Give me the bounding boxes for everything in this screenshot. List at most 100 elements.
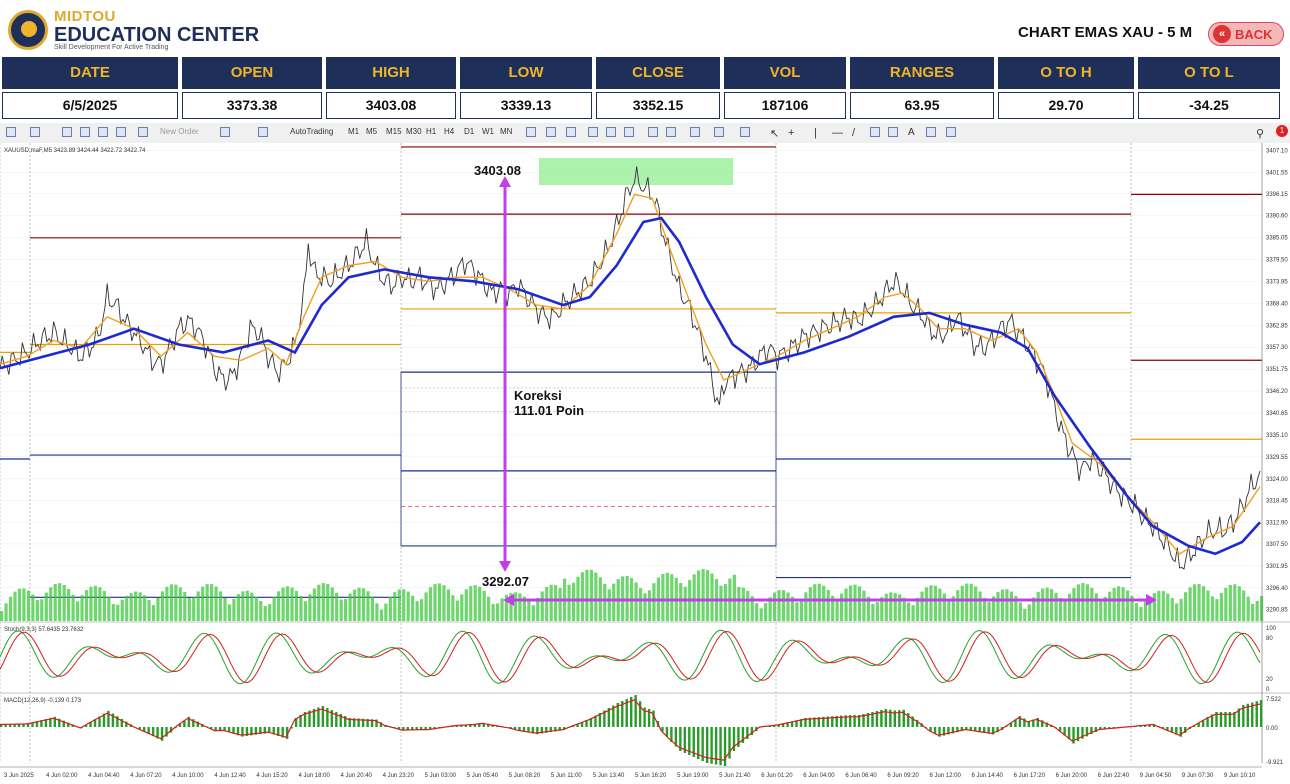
volume-bar: [393, 592, 397, 621]
periods-icon[interactable]: [714, 127, 724, 137]
terminal-icon[interactable]: [116, 127, 126, 137]
volume-bar: [826, 589, 830, 621]
tf-d1[interactable]: D1: [464, 127, 474, 136]
volume-bar: [942, 593, 946, 621]
volume-bar: [1184, 592, 1188, 621]
autotrading-button[interactable]: AutoTrading: [290, 127, 333, 136]
instrument-label: XAUUSD.maF,M5 3423.89 3424.44 3422.72 34…: [4, 148, 146, 154]
back-button[interactable]: « BACK: [1208, 22, 1284, 46]
volume-bar: [1018, 602, 1022, 621]
tf-m5[interactable]: M5: [366, 127, 377, 136]
fibonacci-icon[interactable]: [888, 127, 898, 137]
volume-bar: [1094, 593, 1098, 621]
volume-bar: [1081, 583, 1085, 621]
new-chart-icon[interactable]: [6, 127, 16, 137]
stat-label: OPEN: [182, 57, 322, 89]
y-tick-label: 3312.90: [1266, 521, 1288, 527]
volume-bar: [375, 603, 379, 621]
stoch-tick-20: 20: [1266, 677, 1273, 683]
y-tick-label: 3335.10: [1266, 433, 1288, 439]
navigator-icon[interactable]: [98, 127, 108, 137]
candle-chart-icon[interactable]: [546, 127, 556, 137]
volume-bar: [187, 598, 191, 621]
tf-w1[interactable]: W1: [482, 127, 494, 136]
volume-bar: [545, 586, 549, 621]
trendline-icon[interactable]: /: [852, 127, 855, 139]
market-watch-icon[interactable]: [62, 127, 72, 137]
y-tick-label: 3362.85: [1266, 323, 1288, 329]
line-chart-icon[interactable]: [566, 127, 576, 137]
stat-label: O TO H: [998, 57, 1134, 89]
volume-bar: [397, 589, 401, 621]
zoom-in-icon[interactable]: [588, 127, 598, 137]
volume-bar: [111, 604, 115, 621]
x-tick-label: 5 Jun 11:00: [551, 773, 583, 779]
new-order-button[interactable]: New Order: [160, 127, 199, 136]
metaeditor-icon[interactable]: [220, 127, 230, 137]
x-tick-label: 9 Jun 07:30: [1182, 773, 1214, 779]
text-tool-icon[interactable]: A: [908, 127, 915, 138]
volume-bar: [469, 586, 473, 621]
volume-bar: [192, 597, 196, 621]
cursor-icon[interactable]: ↖: [770, 127, 779, 140]
text-label-icon[interactable]: [926, 127, 936, 137]
volume-bar: [558, 587, 562, 621]
volume-bar: [156, 597, 160, 621]
horizontal-line-icon[interactable]: —: [832, 127, 843, 139]
volume-bar: [1041, 588, 1045, 621]
volume-bar: [120, 599, 124, 621]
autoscroll-icon[interactable]: [648, 127, 658, 137]
volume-bar: [795, 602, 799, 621]
stat-label: CLOSE: [596, 57, 720, 89]
tf-h1[interactable]: H1: [426, 127, 436, 136]
profiles-icon[interactable]: [30, 127, 40, 137]
search-icon[interactable]: ⚲: [1256, 127, 1264, 140]
stat-open: OPEN 3373.38: [182, 57, 322, 119]
volume-bar: [134, 591, 138, 621]
templates-icon[interactable]: [740, 127, 750, 137]
stat-label: LOW: [460, 57, 592, 89]
volume-bar: [125, 595, 129, 621]
volume-bar: [1152, 593, 1156, 621]
volume-bar: [357, 587, 361, 621]
volume-bar: [1090, 587, 1094, 621]
volume-bar: [612, 583, 616, 621]
volume-bar: [406, 591, 410, 621]
autotrading-icon[interactable]: [258, 127, 268, 137]
volume-bar: [344, 598, 348, 621]
volume-bar: [169, 584, 173, 621]
tf-h4[interactable]: H4: [444, 127, 454, 136]
volume-bar: [875, 602, 879, 621]
volume-bar: [138, 592, 142, 621]
volume-bar: [1058, 598, 1063, 621]
volume-bar: [402, 589, 406, 621]
indicators-icon[interactable]: [690, 127, 700, 137]
notification-icon[interactable]: 1: [1276, 125, 1288, 137]
tf-m15[interactable]: M15: [386, 127, 402, 136]
volume-bar: [80, 595, 84, 621]
arrows-icon[interactable]: [946, 127, 956, 137]
channel-icon[interactable]: [870, 127, 880, 137]
y-tick-label: 3401.55: [1266, 170, 1288, 176]
volume-bar: [732, 574, 736, 621]
chart-shift-icon[interactable]: [666, 127, 676, 137]
volume-bar: [455, 600, 459, 621]
volume-bar: [933, 585, 938, 621]
crosshair-icon[interactable]: [80, 127, 90, 137]
tf-m30[interactable]: M30: [406, 127, 422, 136]
volume-bar: [1228, 584, 1232, 621]
bar-chart-icon[interactable]: [526, 127, 536, 137]
volume-bar: [75, 601, 80, 621]
tf-mn[interactable]: MN: [500, 127, 512, 136]
stat-high: HIGH 3403.08: [326, 57, 456, 119]
x-tick-label: 6 Jun 09:20: [887, 773, 919, 779]
volume-bar: [442, 585, 446, 621]
crosshair-tool-icon[interactable]: +: [788, 127, 794, 139]
vertical-line-icon[interactable]: |: [814, 127, 817, 139]
tile-windows-icon[interactable]: [624, 127, 634, 137]
volume-bar: [1009, 591, 1013, 621]
zoom-out-icon[interactable]: [606, 127, 616, 137]
tf-m1[interactable]: M1: [348, 127, 359, 136]
volume-bar: [259, 600, 263, 621]
strategy-tester-icon[interactable]: [138, 127, 148, 137]
